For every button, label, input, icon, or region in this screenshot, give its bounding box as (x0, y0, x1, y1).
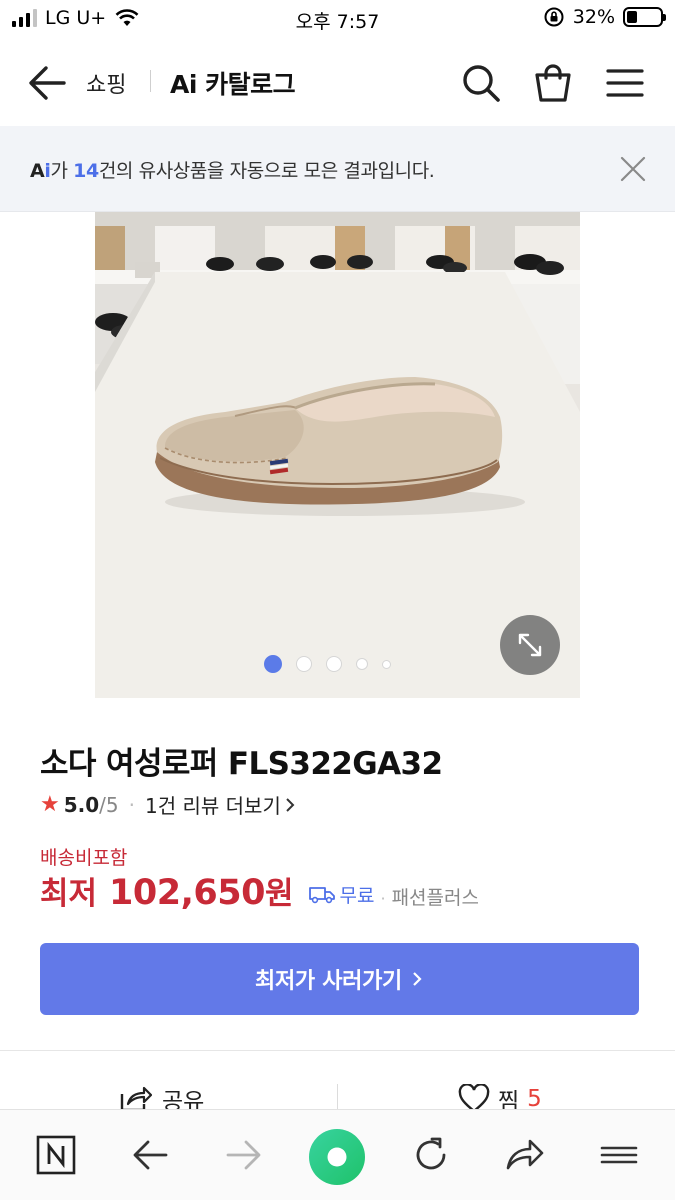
pagination-dot[interactable] (326, 656, 342, 672)
naver-home-button[interactable] (33, 1132, 79, 1178)
arrow-left-icon (29, 66, 66, 100)
orientation-lock-icon (544, 7, 564, 27)
free-shipping-badge: 무료 (308, 881, 375, 908)
product-image-gallery[interactable] (95, 212, 580, 698)
browser-share-button[interactable] (502, 1132, 548, 1178)
pagination-dot[interactable] (296, 656, 312, 672)
cart-button[interactable] (530, 60, 576, 106)
share-arrow-icon (506, 1139, 544, 1170)
free-shipping-label: 무료 (339, 884, 375, 907)
buy-lowest-price-button[interactable]: 최저가 사러가기 (40, 943, 639, 1015)
rating-row: ★ 5.0 /5 · 1건 리뷰 더보기 (40, 790, 295, 819)
rating-max: /5 (99, 792, 119, 817)
back-button[interactable] (24, 60, 70, 106)
buy-button-label: 최저가 사러가기 (255, 969, 402, 994)
ai-notice-banner: Ai가 14건의 유사상품을 자동으로 모은 결과입니다. (0, 126, 675, 212)
status-bar: LG U+ 오후 7:57 32% (0, 0, 675, 40)
browser-toolbar (0, 1109, 675, 1200)
menu-button[interactable] (602, 60, 648, 106)
lowest-price-label: 최저 (40, 876, 98, 912)
green-dot-icon (309, 1129, 365, 1185)
naver-n-icon (36, 1135, 76, 1175)
pagination-dot[interactable] (356, 658, 368, 670)
notice-close-button[interactable] (619, 155, 647, 183)
browser-menu-button[interactable] (596, 1132, 642, 1178)
breadcrumb-shopping[interactable]: 쇼핑 (86, 67, 126, 99)
rating-score: 5.0 (63, 792, 100, 817)
price-unit: 원 (264, 876, 294, 912)
price-row: 최저 102,650 원 무료 · 패션플러스 (40, 868, 479, 913)
review-link[interactable]: 1건 리뷰 더보기 (145, 790, 295, 819)
mall-name: 패션플러스 (391, 887, 479, 909)
page-title: Ai 카탈로그 (170, 70, 296, 99)
delivery-truck-icon (308, 887, 335, 904)
app-header: 쇼핑 Ai 카탈로그 (0, 40, 675, 126)
review-link-label: 1건 리뷰 더보기 (145, 794, 281, 818)
separator-dot: · (128, 792, 135, 817)
arrow-right-icon (226, 1140, 261, 1170)
hamburger-menu-icon (600, 1146, 638, 1164)
battery-percent: 32% (572, 6, 615, 28)
section-divider (0, 1050, 675, 1051)
search-button[interactable] (458, 60, 504, 106)
breadcrumb-divider (150, 70, 151, 92)
refresh-button[interactable] (408, 1132, 454, 1178)
shipping-included-label: 배송비포함 (40, 847, 128, 869)
browser-back-button[interactable] (127, 1132, 173, 1178)
battery-icon (623, 7, 666, 27)
refresh-icon (416, 1137, 446, 1170)
star-icon: ★ (40, 792, 60, 817)
pagination-dot-active[interactable] (264, 655, 282, 673)
similar-count: 14 (73, 160, 99, 182)
lowest-price-value: 102,650 (109, 873, 265, 913)
expand-image-button[interactable] (500, 615, 560, 675)
notice-text: Ai가 14건의 유사상품을 자동으로 모은 결과입니다. (30, 160, 435, 182)
close-icon (620, 156, 646, 182)
separator-dot: · (380, 889, 386, 908)
chevron-right-icon (286, 797, 295, 812)
shopping-bag-icon (535, 64, 571, 102)
pagination-dot[interactable] (382, 659, 391, 669)
search-icon (463, 65, 500, 102)
hamburger-menu-icon (606, 69, 644, 97)
ai-logo: Ai (30, 160, 51, 182)
product-title: 소다 여성로퍼 FLS322GA32 (40, 746, 443, 782)
chevron-right-icon (413, 972, 422, 986)
expand-arrows-icon (518, 633, 542, 657)
browser-forward-button[interactable] (221, 1132, 267, 1178)
arrow-left-icon (133, 1140, 168, 1170)
status-right: 32% (543, 6, 666, 28)
green-dot-button[interactable] (306, 1126, 368, 1188)
